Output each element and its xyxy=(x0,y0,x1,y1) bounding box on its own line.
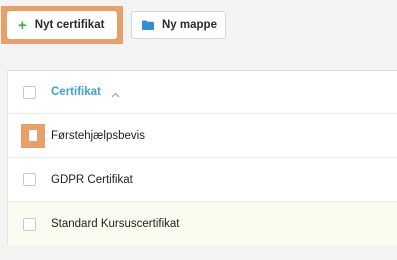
table-header-row: Certifikat xyxy=(8,71,397,114)
certificate-name[interactable]: Førstehjælpsbevis xyxy=(51,130,145,142)
column-header-certificate[interactable]: Certifikat xyxy=(51,86,120,98)
new-certificate-label: Nyt certifikat xyxy=(34,19,105,31)
row-checkbox[interactable] xyxy=(23,173,36,186)
plus-icon: + xyxy=(18,16,27,34)
select-all-checkbox[interactable] xyxy=(23,85,36,99)
row-checkbox[interactable] xyxy=(29,129,37,141)
new-certificate-button[interactable]: + Nyt certifikat xyxy=(7,11,117,39)
column-header-label: Certifikat xyxy=(51,86,101,98)
table-row[interactable]: Standard Kursuscertifikat xyxy=(8,202,397,246)
row-checkbox-highlight[interactable] xyxy=(21,123,45,148)
certificate-name[interactable]: GDPR Certifikat xyxy=(51,174,133,186)
folder-icon xyxy=(142,20,154,30)
new-folder-label: Ny mappe xyxy=(162,19,217,31)
certificate-table: Certifikat Førstehjælpsbevis GDPR Certif… xyxy=(7,70,397,246)
chevron-up-icon xyxy=(111,89,120,98)
table-row[interactable]: Førstehjælpsbevis xyxy=(8,114,397,158)
table-row[interactable]: GDPR Certifikat xyxy=(8,158,397,202)
certificate-name[interactable]: Standard Kursuscertifikat xyxy=(51,218,179,230)
new-folder-button[interactable]: Ny mappe xyxy=(131,11,226,39)
row-checkbox[interactable] xyxy=(23,217,36,231)
